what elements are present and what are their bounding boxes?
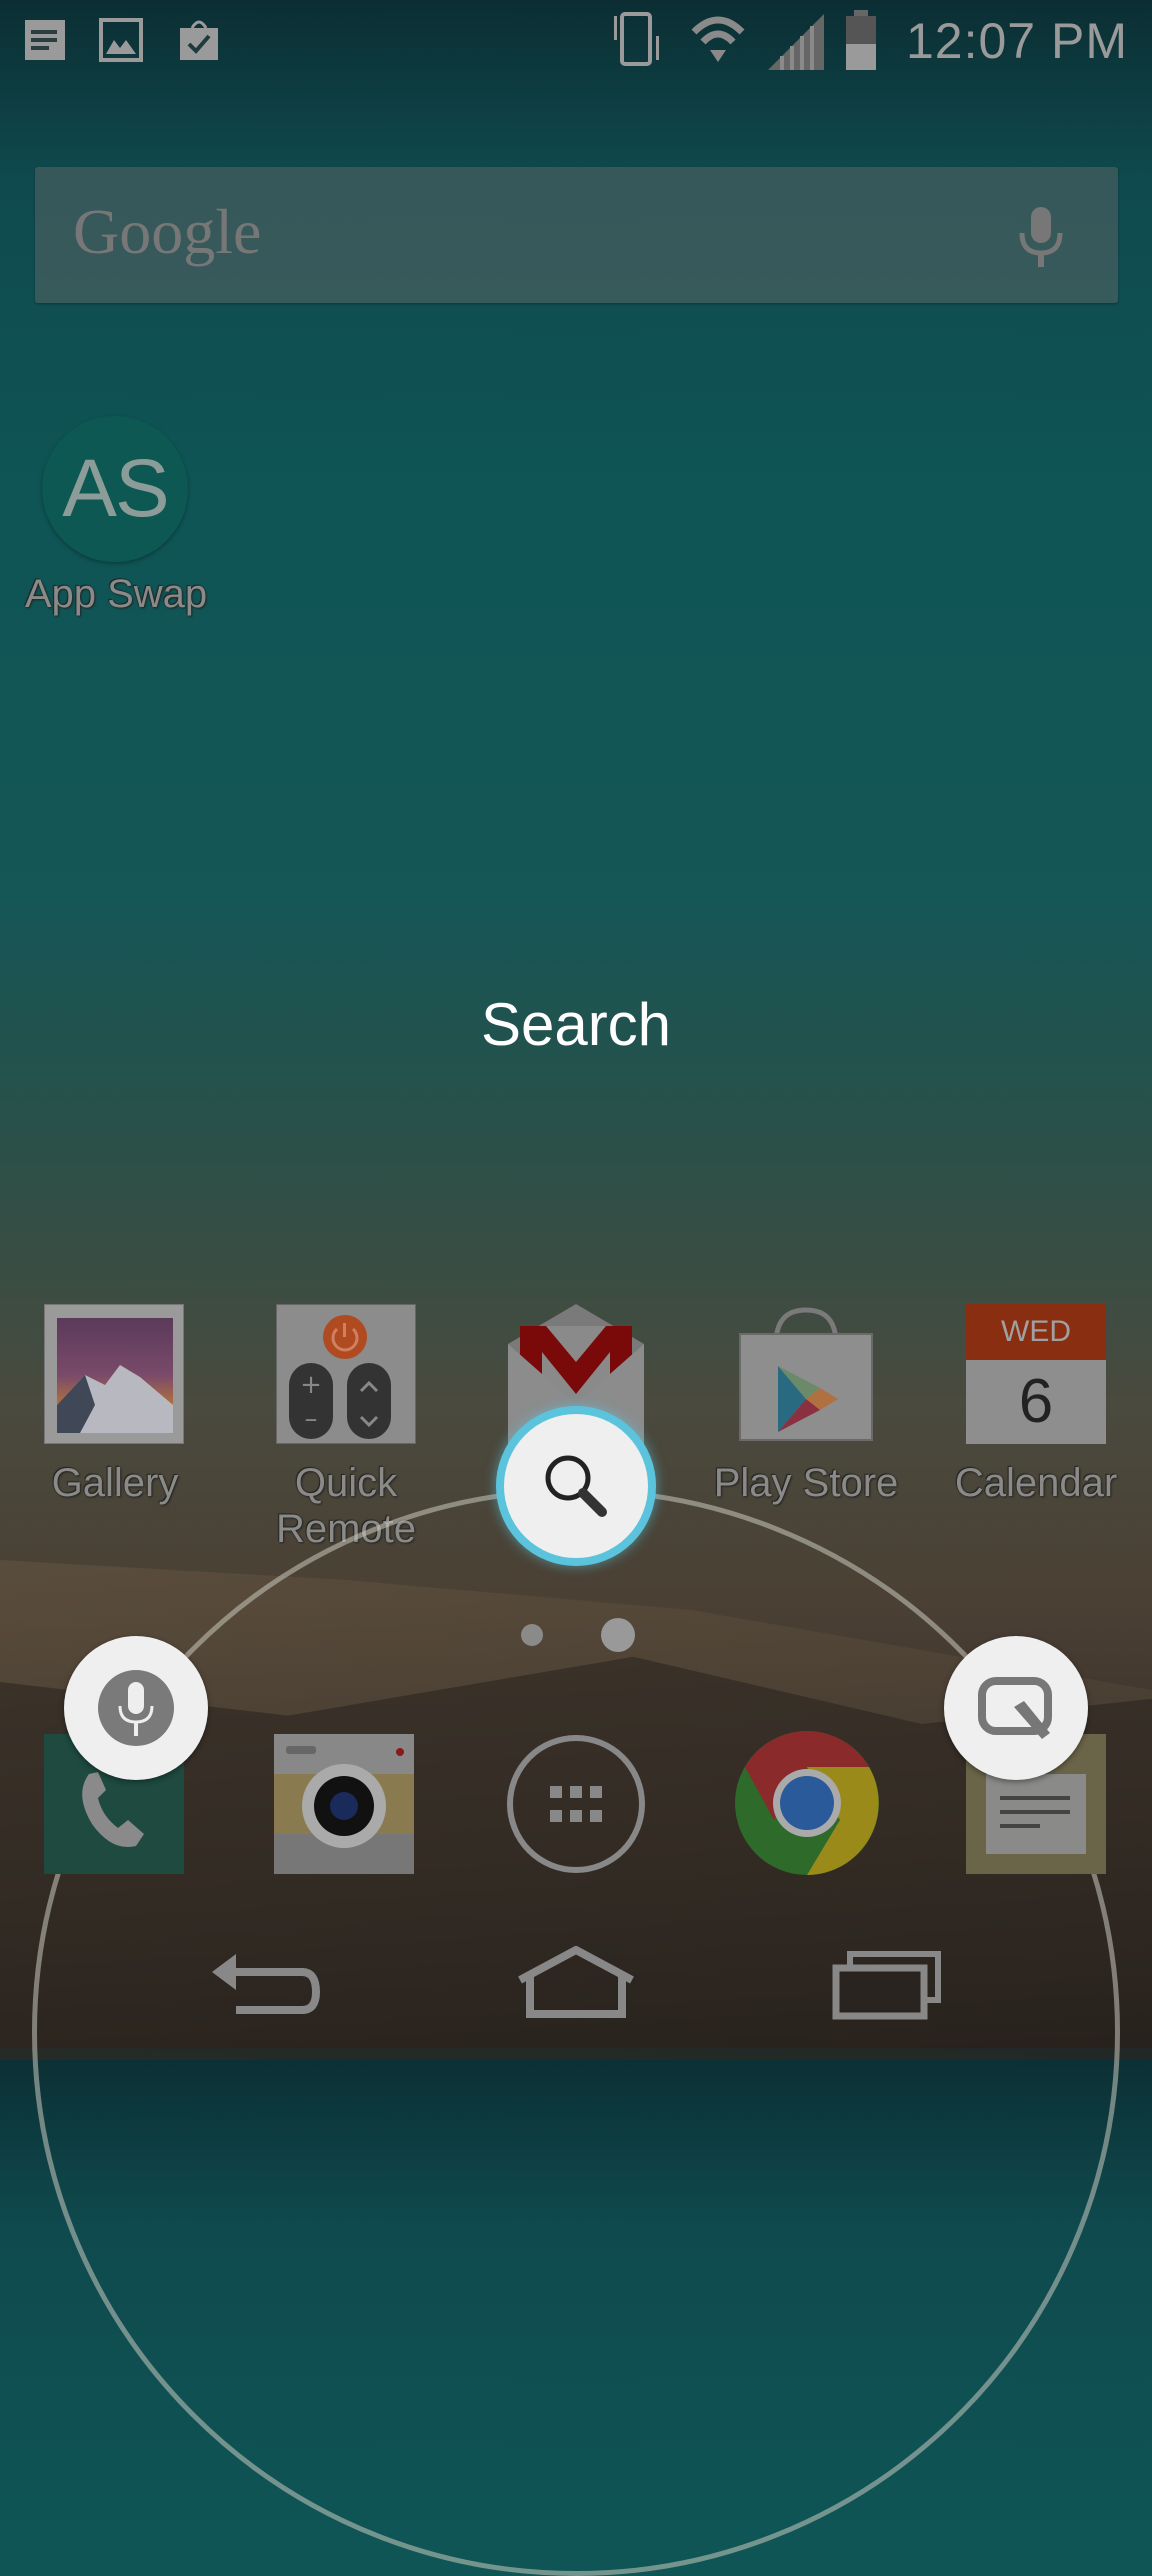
wifi-icon — [691, 16, 745, 62]
status-bar: 12:07 PM — [0, 0, 1152, 80]
svg-text:+: + — [300, 1370, 322, 1400]
app-drawer-icon — [507, 1735, 645, 1873]
camera-icon — [274, 1734, 414, 1874]
clock: 12:07 PM — [905, 13, 1128, 69]
calendar-day: WED — [966, 1304, 1106, 1360]
chrome-icon — [735, 1731, 879, 1875]
google-logo: Google — [73, 196, 262, 267]
app-swap-initials: AS — [62, 443, 169, 534]
gesture-arc — [32, 1488, 1120, 2576]
page-indicator-2[interactable] — [601, 1618, 635, 1652]
home-icon[interactable] — [514, 1946, 638, 2020]
qmemo-icon — [978, 1677, 1052, 1739]
shopping-bag-check-icon — [180, 20, 218, 60]
signal-icon — [768, 14, 824, 70]
play-store-icon — [739, 1307, 873, 1441]
gallery-app-icon[interactable] — [44, 1304, 184, 1444]
google-search-bar[interactable]: Google — [35, 167, 1118, 303]
gesture-action-label: Search — [480, 991, 672, 1058]
calendar-app-icon[interactable]: WED 6 — [966, 1304, 1106, 1444]
quick-remote-app-icon[interactable]: + – — [276, 1304, 416, 1444]
qmemo-button[interactable] — [944, 1636, 1088, 1780]
gallery-label: Gallery — [51, 1461, 179, 1505]
microphone-icon[interactable] — [1016, 205, 1066, 269]
app-swap-label: App Swap — [24, 572, 208, 616]
microphone-icon — [98, 1670, 174, 1746]
svg-text:–: – — [305, 1404, 318, 1434]
app-drawer-button[interactable] — [506, 1734, 646, 1874]
search-icon — [545, 1455, 607, 1517]
battery-icon — [846, 10, 876, 70]
camera-app-icon[interactable] — [274, 1734, 414, 1874]
calendar-label: Calendar — [954, 1461, 1118, 1505]
search-button[interactable] — [496, 1406, 656, 1566]
recent-apps-icon[interactable] — [832, 1950, 944, 2022]
notes-icon — [25, 20, 65, 60]
chrome-app-icon[interactable] — [734, 1730, 880, 1876]
calendar-date: 6 — [1018, 1367, 1054, 1436]
play-store-app-icon[interactable] — [736, 1304, 876, 1444]
vibrate-icon — [614, 12, 659, 66]
play-store-label: Play Store — [713, 1461, 899, 1505]
gallery-icon — [99, 18, 143, 62]
app-swap-icon[interactable]: AS — [42, 416, 188, 562]
page-indicator-1[interactable] — [521, 1624, 543, 1646]
voice-search-button[interactable] — [64, 1636, 208, 1780]
gallery-icon — [57, 1318, 173, 1433]
remote-icon: +– — [289, 1315, 391, 1439]
back-icon[interactable] — [206, 1950, 322, 2020]
